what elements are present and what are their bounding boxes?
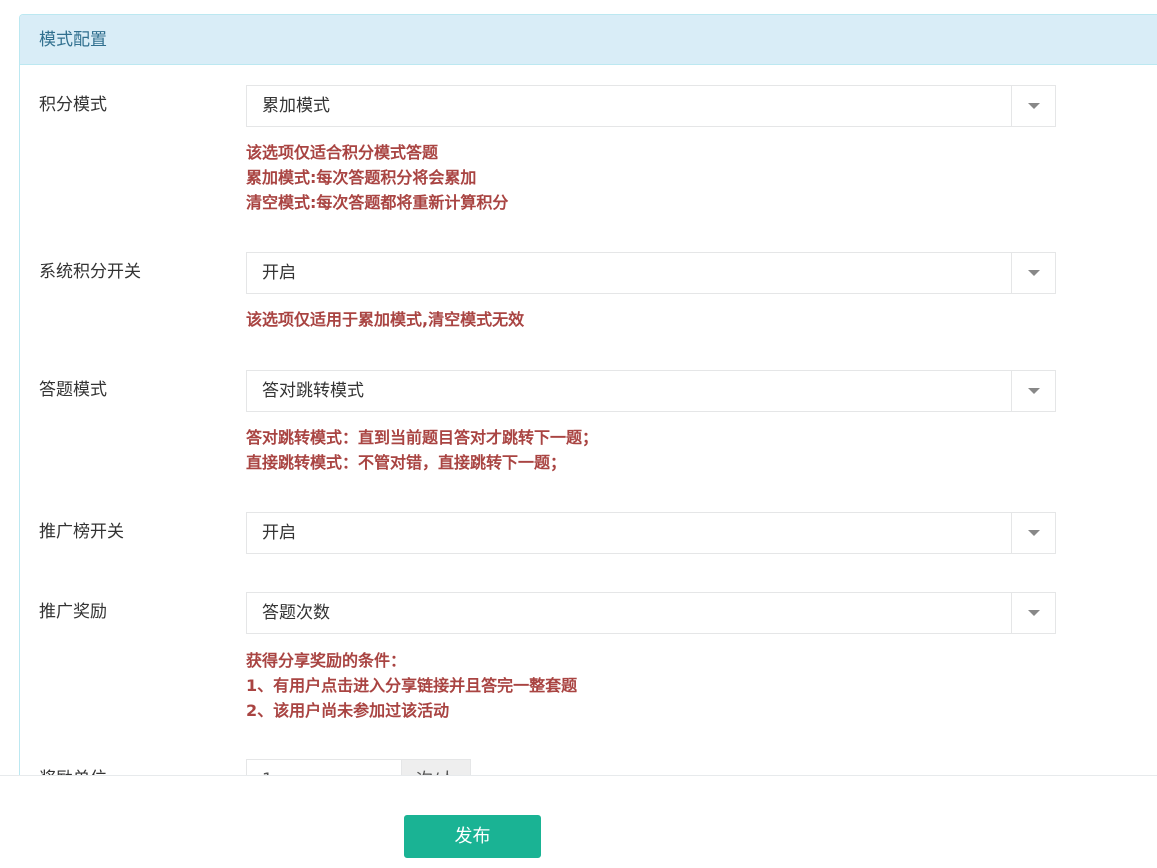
answer-mode-dropdown-toggle[interactable]	[1011, 371, 1055, 411]
promotion-reward-dropdown-toggle[interactable]	[1011, 593, 1055, 633]
promotion-reward-select[interactable]: 答题次数	[246, 592, 1056, 634]
system-score-switch-label: 系统积分开关	[39, 262, 141, 282]
score-mode-label: 积分模式	[39, 95, 107, 115]
system-score-switch-value: 开启	[262, 263, 296, 283]
caret-down-icon	[1028, 388, 1040, 394]
score-mode-hint-1: 该选项仅适合积分模式答题	[246, 143, 439, 162]
answer-mode-hint-2: 直接跳转模式：不管对错，直接跳转下一题；	[246, 453, 567, 472]
caret-down-icon	[1028, 270, 1040, 276]
score-mode-value: 累加模式	[262, 96, 330, 116]
promotion-board-switch-label: 推广榜开关	[39, 522, 124, 542]
answer-mode-select[interactable]: 答对跳转模式	[246, 370, 1056, 412]
promotion-reward-hint-3: 2、该用户尚未参加过该活动	[246, 701, 450, 720]
promotion-reward-value: 答题次数	[262, 603, 330, 623]
answer-mode-hint-1: 答对跳转模式：直到当前题目答对才跳转下一题；	[246, 428, 599, 447]
mode-config-panel: 模式配置 积分模式 累加模式 该选项仅适合积分模式答题 累加模式:每次答题积分将…	[19, 14, 1157, 796]
mode-config-page: 模式配置 积分模式 累加模式 该选项仅适合积分模式答题 累加模式:每次答题积分将…	[0, 0, 1157, 868]
answer-mode-value: 答对跳转模式	[262, 381, 364, 401]
caret-down-icon	[1028, 610, 1040, 616]
score-mode-hint-2: 累加模式:每次答题积分将会累加	[246, 168, 477, 187]
caret-down-icon	[1028, 103, 1040, 109]
promotion-board-switch-select[interactable]: 开启	[246, 512, 1056, 554]
promotion-board-switch-value: 开启	[262, 523, 296, 543]
caret-down-icon	[1028, 530, 1040, 536]
promotion-board-switch-dropdown-toggle[interactable]	[1011, 513, 1055, 553]
system-score-switch-dropdown-toggle[interactable]	[1011, 253, 1055, 293]
system-score-switch-select[interactable]: 开启	[246, 252, 1056, 294]
score-mode-select[interactable]: 累加模式	[246, 85, 1056, 127]
answer-mode-label: 答题模式	[39, 380, 107, 400]
score-mode-dropdown-toggle[interactable]	[1011, 86, 1055, 126]
promotion-reward-hint-2: 1、有用户点击进入分享链接并且答完一整套题	[246, 676, 578, 695]
score-mode-hint-3: 清空模式:每次答题都将重新计算积分	[246, 193, 509, 212]
footer-bar: 发布	[0, 775, 1157, 868]
promotion-reward-label: 推广奖励	[39, 602, 107, 622]
promotion-reward-hint-1: 获得分享奖励的条件：	[246, 651, 407, 670]
panel-title: 模式配置	[39, 30, 107, 50]
panel-heading: 模式配置	[20, 15, 1157, 65]
publish-button[interactable]: 发布	[404, 815, 541, 858]
system-score-switch-hint-1: 该选项仅适用于累加模式,清空模式无效	[246, 310, 525, 329]
